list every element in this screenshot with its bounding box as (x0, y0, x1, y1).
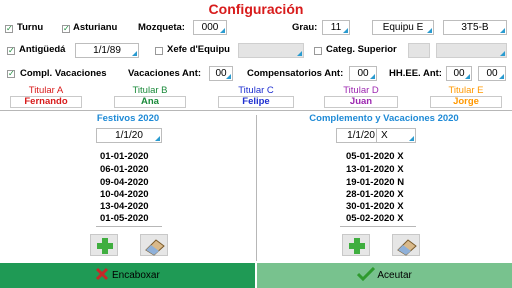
dropdown-corner-icon (220, 28, 225, 33)
cancel-button-label: Encaboxar (111, 270, 160, 281)
divider (0, 110, 512, 111)
add-complemento-button[interactable] (342, 234, 370, 256)
turno-code-value: 3T5-B (461, 22, 489, 33)
list-item[interactable]: 13-01-2020 X (346, 164, 404, 175)
erase-festivo-button[interactable] (140, 234, 168, 256)
xefe-select[interactable] (238, 43, 304, 58)
checkmark-icon (357, 266, 376, 282)
categ-input[interactable] (408, 43, 430, 58)
compensatorios-ant-select[interactable]: 00 (349, 66, 377, 81)
grau-select[interactable]: 11 (322, 20, 350, 35)
titular-e-name[interactable]: Jorge (430, 96, 502, 108)
dropdown-corner-icon (370, 74, 375, 79)
plus-icon (349, 238, 365, 254)
categ-label: Categ. Superior (326, 44, 397, 55)
eraser-icon (145, 239, 165, 256)
accept-button-label: Aceutar (377, 270, 412, 281)
turnu-checkbox[interactable]: ✓ (5, 25, 13, 33)
antiguedad-date[interactable]: 1/1/89 (75, 43, 139, 58)
dropdown-corner-icon (409, 136, 414, 141)
xefe-checkbox[interactable] (155, 47, 163, 55)
list-item[interactable]: 10-04-2020 (100, 189, 149, 200)
list-divider (96, 226, 162, 227)
antiguedad-label: Antigüedá (19, 44, 66, 55)
dropdown-corner-icon (132, 51, 137, 56)
equipu-select[interactable]: Equipu E (372, 20, 434, 35)
list-item[interactable]: 06-01-2020 (100, 164, 149, 175)
hhee-ant-select-2[interactable]: 00 (478, 66, 506, 81)
hhee-ant-value-1: 00 (453, 68, 465, 79)
list-item[interactable]: 09-04-2020 (100, 177, 149, 188)
dropdown-corner-icon (427, 28, 432, 33)
complemento-type-value: X (381, 130, 388, 141)
cancel-button[interactable]: Encaboxar (0, 263, 255, 288)
grau-label: Grau: (292, 22, 318, 33)
list-item[interactable]: 01-01-2020 (100, 151, 149, 162)
list-item[interactable]: 30-01-2020 X (346, 201, 404, 212)
titular-d-heading: Titular D (343, 85, 379, 96)
list-item[interactable]: 28-01-2020 X (346, 189, 404, 200)
vertical-divider (256, 115, 257, 261)
hhee-ant-label: HH.EE. Ant: (389, 68, 442, 79)
list-item[interactable]: 13-04-2020 (100, 201, 149, 212)
compl-vacaciones-label: Compl. Vacaciones (20, 68, 107, 79)
festivos-title: Festivos 2020 (96, 113, 160, 124)
dropdown-corner-icon (297, 51, 302, 56)
titular-c-heading: Titular C (238, 85, 274, 96)
festivos-date-picker[interactable]: 1/1/20 (96, 128, 162, 143)
titular-d-name[interactable]: Juan (324, 96, 398, 108)
accept-button[interactable]: Aceutar (257, 263, 512, 288)
antiguedad-value: 1/1/89 (93, 45, 121, 56)
festivos-date-value: 1/1/20 (115, 130, 143, 141)
dropdown-corner-icon (500, 28, 505, 33)
mozqueta-value: 000 (201, 22, 219, 33)
list-item[interactable]: 01-05-2020 (100, 213, 149, 224)
asturianu-label: Asturianu (73, 22, 118, 33)
titular-a-heading: Titular A (28, 85, 64, 96)
compl-vacaciones-checkbox[interactable]: ✓ (7, 70, 15, 78)
categ-select[interactable] (436, 43, 507, 58)
list-item[interactable]: 05-01-2020 X (346, 151, 404, 162)
erase-complemento-button[interactable] (392, 234, 420, 256)
titular-b-heading: Titular B (132, 85, 168, 96)
dropdown-corner-icon (343, 28, 348, 33)
compensatorios-ant-value: 00 (357, 68, 369, 79)
list-item[interactable]: 05-02-2020 X (346, 213, 404, 224)
eraser-icon (397, 239, 417, 256)
mozqueta-select[interactable]: 000 (193, 20, 227, 35)
compensatorios-ant-label: Compensatorios Ant: (247, 68, 344, 79)
list-item[interactable]: 19-01-2020 N (346, 177, 404, 188)
plus-icon (97, 238, 113, 254)
list-divider (340, 226, 416, 227)
vacaciones-ant-label: Vacaciones Ant: (128, 68, 202, 79)
titular-a-name[interactable]: Fernando (10, 96, 82, 108)
vacaciones-ant-value: 00 (215, 68, 227, 79)
dropdown-corner-icon (465, 74, 470, 79)
equipu-value: Equipu E (382, 22, 424, 33)
grau-value: 11 (330, 22, 342, 33)
titular-b-name[interactable]: Ana (114, 96, 186, 108)
xefe-label: Xefe d'Equipu (167, 44, 230, 55)
hhee-ant-select-1[interactable]: 00 (446, 66, 472, 81)
dropdown-corner-icon (500, 51, 505, 56)
complemento-title: Complemento y Vacaciones 2020 (309, 113, 459, 124)
dropdown-corner-icon (226, 74, 231, 79)
turnu-label: Turnu (17, 22, 44, 33)
add-festivo-button[interactable] (90, 234, 118, 256)
complemento-type-select[interactable]: X (376, 128, 416, 143)
vacaciones-ant-select[interactable]: 00 (209, 66, 233, 81)
asturianu-checkbox[interactable]: ✓ (62, 25, 70, 33)
complemento-date-value: 1/1/20 (347, 130, 375, 141)
hhee-ant-value-2: 00 (486, 68, 498, 79)
antiguedad-checkbox[interactable]: ✓ (7, 47, 15, 55)
dropdown-corner-icon (155, 136, 160, 141)
turno-code-select[interactable]: 3T5-B (443, 20, 507, 35)
page-title: Configuración (208, 1, 304, 17)
dropdown-corner-icon (499, 74, 504, 79)
categ-checkbox[interactable] (314, 47, 322, 55)
titular-e-heading: Titular E (448, 85, 484, 96)
mozqueta-label: Mozqueta: (138, 22, 185, 33)
close-icon (96, 267, 109, 281)
titular-c-name[interactable]: Felipe (218, 96, 294, 108)
